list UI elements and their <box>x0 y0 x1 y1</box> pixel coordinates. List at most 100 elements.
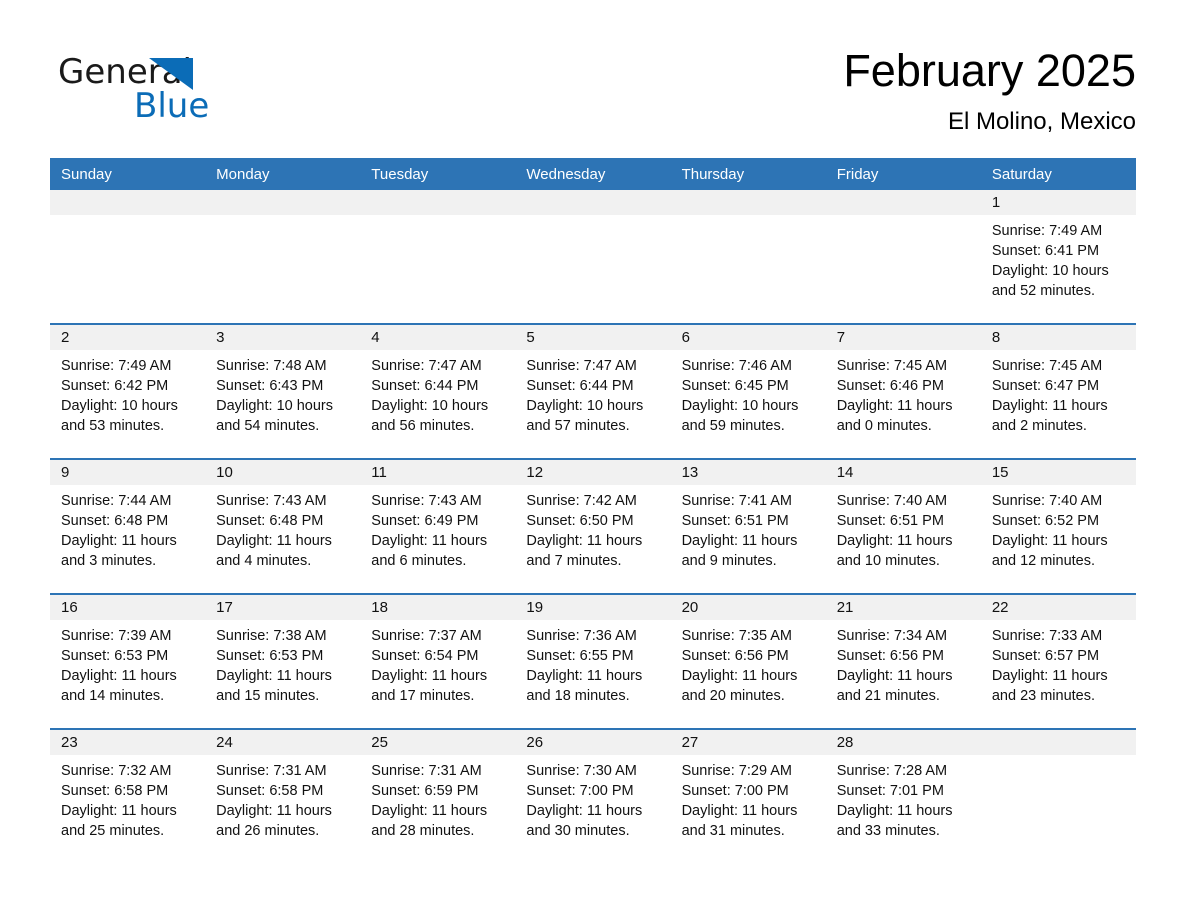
day-number: 8 <box>980 325 1136 350</box>
daylight-text: Daylight: 11 hours and 7 minutes. <box>526 533 643 569</box>
sunset-text: Sunset: 6:46 PM <box>836 378 944 394</box>
day-sun-info: Sunrise: 7:33 AM Sunset: 6:57 PM Daylight:… <box>981 620 1136 706</box>
daylight-text: Daylight: 11 hours and 31 minutes. <box>681 803 798 839</box>
day-sun-info: Sunrise: 7:36 AM Sunset: 6:55 PM Daylight:… <box>515 620 670 706</box>
calendar-day-cell[interactable]: 15 Sunrise: 7:40 AM Sunset: 6:52 PM Dayligh… <box>980 458 1136 594</box>
sunset-text: Sunset: 6:48 PM <box>216 513 324 529</box>
daylight-text: Daylight: 10 hours and 59 minutes. <box>681 398 799 434</box>
day-number: 1 <box>980 190 1136 215</box>
sunrise-text: Sunrise: 7:37 AM <box>371 628 482 644</box>
calendar-day-cell[interactable]: 10 Sunrise: 7:43 AM Sunset: 6:48 PM Dayligh… <box>205 458 361 594</box>
calendar-day-cell[interactable]: 11 Sunrise: 7:43 AM Sunset: 6:49 PM Dayligh… <box>360 458 516 594</box>
sunset-text: Sunset: 6:43 PM <box>216 378 324 394</box>
calendar-day-cell[interactable]: 8 Sunrise: 7:45 AM Sunset: 6:47 PM Daylight… <box>980 323 1136 459</box>
sunset-text: Sunset: 6:49 PM <box>371 513 479 529</box>
day-number: 18 <box>360 595 516 620</box>
calendar-day-cell[interactable]: 7 Sunrise: 7:45 AM Sunset: 6:46 PM Daylight… <box>825 323 981 459</box>
day-number: 10 <box>205 460 361 485</box>
sunset-text: Sunset: 6:57 PM <box>991 648 1100 664</box>
daylight-text: Daylight: 11 hours and 10 minutes. <box>836 533 953 569</box>
day-number: 26 <box>515 730 671 755</box>
daylight-text: Daylight: 11 hours and 14 minutes. <box>61 668 177 704</box>
sunrise-text: Sunrise: 7:31 AM <box>216 763 327 779</box>
sunrise-text: Sunrise: 7:28 AM <box>836 763 948 779</box>
calendar-day-cell[interactable]: 13 Sunrise: 7:41 AM Sunset: 6:51 PM Dayligh… <box>670 458 826 594</box>
page-header: General Blue February 2025 El Molino, Me… <box>0 0 1188 150</box>
sunset-text: Sunset: 7:01 PM <box>836 783 944 799</box>
daylight-text: Daylight: 11 hours and 28 minutes. <box>371 803 488 839</box>
day-number: 11 <box>360 460 516 485</box>
calendar-day-cell[interactable]: 5 Sunrise: 7:47 AM Sunset: 6:44 PM Daylight… <box>515 323 671 459</box>
calendar-day-cell[interactable]: 23 Sunrise: 7:32 AM Sunset: 6:58 PM Dayligh… <box>50 728 206 863</box>
calendar-day-cell[interactable]: 16 Sunrise: 7:39 AM Sunset: 6:53 PM Dayligh… <box>50 593 206 729</box>
sunset-text: Sunset: 7:00 PM <box>681 783 789 799</box>
calendar-day-cell[interactable]: 2 Sunrise: 7:49 AM Sunset: 6:42 PM Daylight… <box>50 323 206 459</box>
day-sun-info: Sunrise: 7:28 AM Sunset: 7:01 PM Daylight:… <box>826 755 981 841</box>
daylight-text: Daylight: 11 hours and 20 minutes. <box>681 668 798 704</box>
daylight-text: Daylight: 11 hours and 3 minutes. <box>61 533 177 569</box>
calendar-day-cell[interactable]: 20 Sunrise: 7:35 AM Sunset: 6:56 PM Dayligh… <box>670 593 826 729</box>
sunset-text: Sunset: 6:54 PM <box>371 648 479 664</box>
sunrise-text: Sunrise: 7:32 AM <box>61 763 172 779</box>
day-number: 16 <box>50 595 206 620</box>
sunrise-text: Sunrise: 7:42 AM <box>526 493 637 509</box>
day-number: 3 <box>205 325 361 350</box>
calendar-day-cell[interactable]: 22 Sunrise: 7:33 AM Sunset: 6:57 PM Dayligh… <box>980 593 1136 729</box>
calendar-day-cell[interactable]: 12 Sunrise: 7:42 AM Sunset: 6:50 PM Dayligh… <box>515 458 671 594</box>
daylight-text: Daylight: 10 hours and 52 minutes. <box>991 263 1109 299</box>
calendar-page: General Blue February 2025 El Molino, Me… <box>0 0 1188 918</box>
day-number <box>205 190 361 215</box>
sunrise-text: Sunrise: 7:43 AM <box>371 493 482 509</box>
day-number: 25 <box>360 730 516 755</box>
weekday-header-friday: Friday <box>825 158 981 190</box>
sunset-text: Sunset: 6:55 PM <box>526 648 634 664</box>
calendar-day-cell-empty <box>825 190 981 324</box>
day-number: 9 <box>50 460 206 485</box>
day-number <box>515 190 671 215</box>
calendar-day-cell[interactable]: 28 Sunrise: 7:28 AM Sunset: 7:01 PM Dayligh… <box>825 728 981 863</box>
sunrise-text: Sunrise: 7:40 AM <box>991 493 1103 509</box>
day-sun-info: Sunrise: 7:45 AM Sunset: 6:47 PM Daylight:… <box>981 350 1136 436</box>
daylight-text: Daylight: 11 hours and 12 minutes. <box>991 533 1108 569</box>
calendar-day-cell-empty <box>515 190 671 324</box>
sunrise-text: Sunrise: 7:47 AM <box>371 358 482 374</box>
day-number: 15 <box>980 460 1136 485</box>
calendar-day-cell[interactable]: 25 Sunrise: 7:31 AM Sunset: 6:59 PM Dayligh… <box>360 728 516 863</box>
calendar-day-cell[interactable]: 6 Sunrise: 7:46 AM Sunset: 6:45 PM Daylight… <box>670 323 826 459</box>
calendar-day-cell[interactable]: 1 Sunrise: 7:49 AM Sunset: 6:41 PM Daylight… <box>980 190 1136 324</box>
calendar-day-cell[interactable]: 9 Sunrise: 7:44 AM Sunset: 6:48 PM Daylight… <box>50 458 206 594</box>
sunset-text: Sunset: 6:58 PM <box>61 783 169 799</box>
day-sun-info: Sunrise: 7:31 AM Sunset: 6:59 PM Daylight:… <box>360 755 515 841</box>
day-number: 21 <box>825 595 981 620</box>
calendar-day-cell[interactable]: 14 Sunrise: 7:40 AM Sunset: 6:51 PM Dayligh… <box>825 458 981 594</box>
day-number <box>825 190 981 215</box>
day-sun-info: Sunrise: 7:42 AM Sunset: 6:50 PM Daylight:… <box>515 485 670 571</box>
day-number: 7 <box>825 325 981 350</box>
calendar-day-cell[interactable]: 26 Sunrise: 7:30 AM Sunset: 7:00 PM Dayligh… <box>515 728 671 863</box>
daylight-text: Daylight: 11 hours and 0 minutes. <box>836 398 953 434</box>
logo-text-blue: Blue <box>134 86 210 126</box>
sunset-text: Sunset: 6:53 PM <box>216 648 324 664</box>
day-number: 2 <box>50 325 206 350</box>
calendar-day-cell[interactable]: 24 Sunrise: 7:31 AM Sunset: 6:58 PM Dayligh… <box>205 728 361 863</box>
daylight-text: Daylight: 11 hours and 17 minutes. <box>371 668 488 704</box>
sunset-text: Sunset: 6:42 PM <box>61 378 169 394</box>
day-sun-info: Sunrise: 7:44 AM Sunset: 6:48 PM Daylight:… <box>50 485 205 571</box>
calendar-day-cell[interactable]: 18 Sunrise: 7:37 AM Sunset: 6:54 PM Dayligh… <box>360 593 516 729</box>
calendar-day-cell[interactable]: 19 Sunrise: 7:36 AM Sunset: 6:55 PM Dayligh… <box>515 593 671 729</box>
calendar-day-cell[interactable]: 21 Sunrise: 7:34 AM Sunset: 6:56 PM Dayligh… <box>825 593 981 729</box>
day-number: 19 <box>515 595 671 620</box>
weekday-header-wednesday: Wednesday <box>515 158 671 190</box>
calendar-day-cell-empty <box>50 190 206 324</box>
calendar-day-cell[interactable]: 17 Sunrise: 7:38 AM Sunset: 6:53 PM Dayligh… <box>205 593 361 729</box>
calendar-table: Sunday Monday Tuesday Wednesday Thursday… <box>50 158 1136 863</box>
calendar-day-cell[interactable]: 27 Sunrise: 7:29 AM Sunset: 7:00 PM Dayligh… <box>670 728 826 863</box>
calendar-day-cell[interactable]: 4 Sunrise: 7:47 AM Sunset: 6:44 PM Daylight… <box>360 323 516 459</box>
sunrise-text: Sunrise: 7:46 AM <box>681 358 792 374</box>
daylight-text: Daylight: 10 hours and 57 minutes. <box>526 398 644 434</box>
calendar-body: 1 Sunrise: 7:49 AM Sunset: 6:41 PM Daylight… <box>50 190 1136 863</box>
day-number <box>670 190 826 215</box>
generalblue-logo[interactable]: General Blue <box>58 52 318 130</box>
calendar-day-cell[interactable]: 3 Sunrise: 7:48 AM Sunset: 6:43 PM Daylight… <box>205 323 361 459</box>
day-number: 13 <box>670 460 826 485</box>
